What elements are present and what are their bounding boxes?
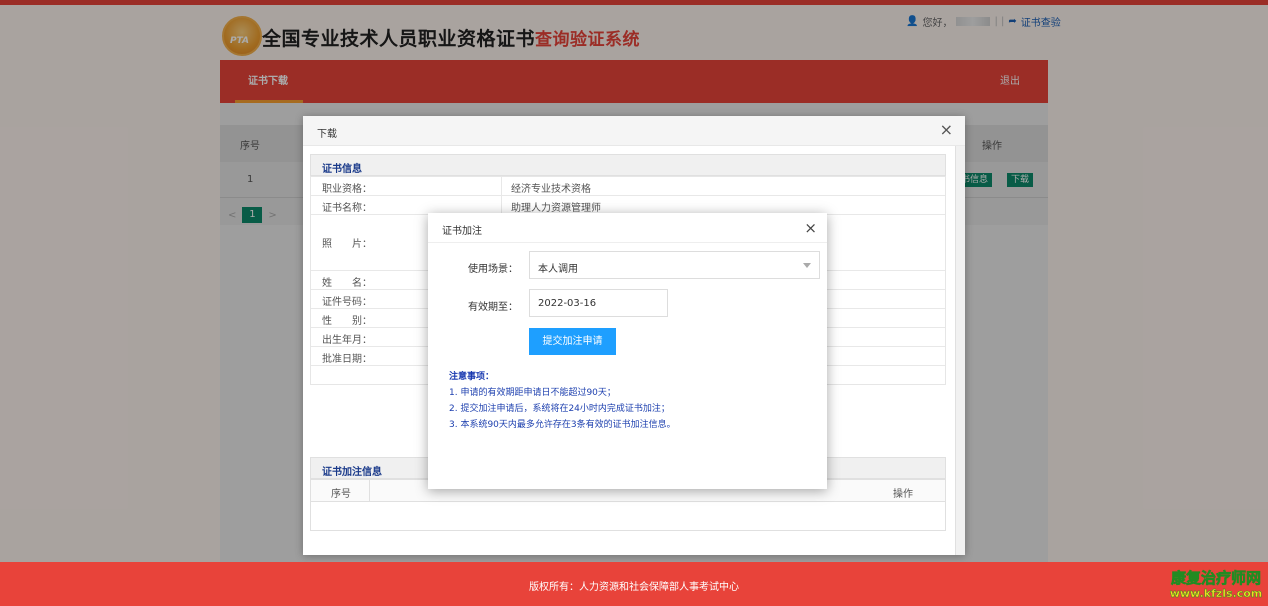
annotation-modal: 证书加注 × 使用场景： 本人调用 有效期至： 2022-03-16 提交加注申…	[428, 213, 827, 489]
annotation-modal-header: 证书加注 ×	[428, 213, 827, 243]
info-label: 姓 名：	[322, 278, 372, 289]
close-icon[interactable]: ×	[940, 120, 953, 139]
chevron-down-icon	[803, 263, 811, 268]
valid-until-value: 2022-03-16	[538, 298, 597, 309]
annotation-col-op: 操作	[893, 489, 913, 500]
download-modal-header: 下载 ×	[303, 116, 965, 146]
divider	[501, 196, 502, 214]
annotation-modal-title: 证书加注	[442, 226, 482, 237]
scene-select-value: 本人调用	[538, 264, 578, 275]
footer: 版权所有：人力资源和社会保障部人事考试中心	[0, 562, 1268, 606]
scene-label: 使用场景：	[468, 264, 518, 275]
download-modal-title: 下载	[317, 129, 337, 140]
note-item: 3. 本系统90天内最多允许存在3条有效的证书加注信息。	[449, 420, 676, 430]
annotation-col-seq: 序号	[331, 489, 351, 500]
watermark-logo: 康复治疗师网 www.kfzls.com	[1168, 569, 1264, 602]
info-label: 证件号码：	[322, 297, 372, 308]
note-item: 1. 申请的有效期距申请日不能超过90天；	[449, 388, 616, 398]
cert-info-section-head: 证书信息	[310, 154, 946, 176]
close-icon[interactable]: ×	[804, 219, 817, 237]
watermark-cn: 康复治疗师网	[1170, 569, 1262, 587]
info-label: 职业资格：	[322, 184, 372, 195]
notes-block: 注意事项： 1. 申请的有效期距申请日不能超过90天； 2. 提交加注申请后，系…	[449, 369, 676, 433]
info-label: 出生年月：	[322, 335, 372, 346]
valid-until-input[interactable]: 2022-03-16	[529, 289, 668, 317]
info-value: 经济专业技术资格	[511, 184, 591, 195]
info-label: 证书名称：	[322, 203, 372, 214]
info-label: 批准日期：	[322, 354, 372, 365]
info-value: 助理人力资源管理师	[511, 203, 601, 214]
submit-annotation-button[interactable]: 提交加注申请	[529, 328, 616, 355]
cert-info-section-title: 证书信息	[322, 164, 362, 175]
watermark-en: www.kfzls.com	[1169, 587, 1263, 600]
scrollbar[interactable]	[955, 146, 965, 555]
scene-select[interactable]: 本人调用	[529, 251, 820, 279]
info-label: 性 别：	[322, 316, 372, 327]
valid-until-label: 有效期至：	[468, 302, 518, 313]
notes-title: 注意事项：	[449, 372, 495, 382]
divider	[501, 177, 502, 195]
copyright-text: 版权所有：人力资源和社会保障部人事考试中心	[529, 582, 739, 593]
divider	[369, 480, 370, 502]
note-item: 2. 提交加注申请后，系统将在24小时内完成证书加注；	[449, 404, 670, 414]
annotation-section-title: 证书加注信息	[322, 467, 382, 478]
info-row-qualification: 职业资格： 经济专业技术资格	[311, 177, 945, 196]
info-label: 照 片：	[322, 239, 372, 250]
